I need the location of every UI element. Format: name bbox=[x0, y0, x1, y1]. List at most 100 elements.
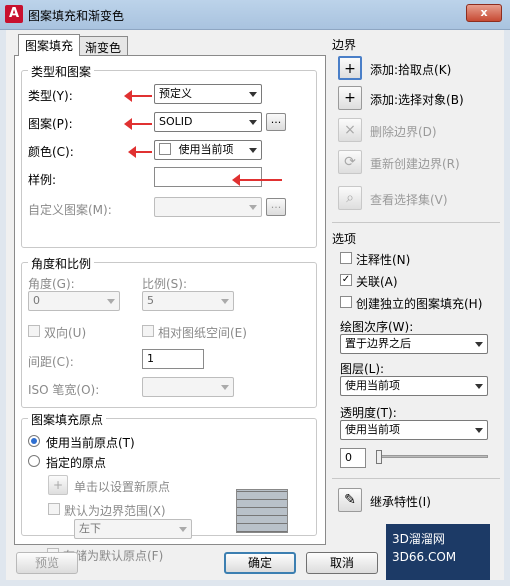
chevron-down-icon bbox=[475, 342, 483, 347]
annotation-arrow bbox=[124, 118, 152, 130]
annotative-label: 注释性(N) bbox=[356, 253, 411, 267]
recreate-boundary-label[interactable]: 重新创建边界(R) bbox=[370, 155, 460, 172]
associative-checkbox[interactable]: ✓ bbox=[340, 274, 352, 286]
relative-paper-checkbox[interactable] bbox=[142, 325, 154, 337]
transparency-slider-thumb[interactable] bbox=[376, 450, 382, 464]
spacing-label: 间距(C): bbox=[28, 355, 74, 369]
separator bbox=[332, 222, 500, 223]
color-select[interactable]: 使用当前项 bbox=[154, 140, 262, 160]
add-select-objects-icon[interactable]: + bbox=[338, 86, 362, 110]
draw-order-select[interactable]: 置于边界之后 bbox=[340, 334, 488, 354]
autocad-logo-icon: A bbox=[5, 5, 23, 23]
remove-boundaries-label[interactable]: 删除边界(D) bbox=[370, 123, 437, 140]
default-extents-select[interactable]: 左下 bbox=[74, 519, 192, 539]
scale-label: 比例(S): bbox=[142, 277, 188, 291]
specified-origin-label: 指定的原点 bbox=[46, 456, 107, 470]
layer-label: 图层(L): bbox=[340, 362, 385, 376]
color-swatch-icon bbox=[159, 143, 171, 155]
right-panel: 边界 + 添加:拾取点(K) + 添加:选择对象(B) × 删除边界(D) ⟳ … bbox=[332, 30, 502, 550]
angle-scale-title: 角度和比例 bbox=[28, 255, 95, 272]
hatch-origin-title: 图案填充原点 bbox=[28, 411, 107, 428]
type-select[interactable]: 预定义 bbox=[154, 84, 262, 104]
click-set-origin-label: 单击以设置新原点 bbox=[74, 480, 171, 494]
angle-value: 0 bbox=[33, 294, 40, 307]
double-checkbox[interactable] bbox=[28, 325, 40, 337]
scale-value: 5 bbox=[147, 294, 154, 307]
watermark-logo: 3D溜溜网 3D66.COM bbox=[386, 524, 490, 580]
transparency-select[interactable]: 使用当前项 bbox=[340, 420, 488, 440]
tab-hatch[interactable]: 图案填充 bbox=[18, 34, 81, 56]
type-pattern-title: 类型和图案 bbox=[28, 63, 95, 80]
separator bbox=[332, 478, 500, 479]
layer-select[interactable]: 使用当前项 bbox=[340, 376, 488, 396]
chevron-down-icon bbox=[107, 299, 115, 304]
ok-button[interactable]: 确定 bbox=[224, 552, 296, 574]
custom-pattern-browse-button[interactable]: ... bbox=[266, 198, 286, 216]
color-value: 使用当前项 bbox=[178, 143, 234, 156]
annotation-arrow bbox=[124, 90, 152, 102]
angle-select[interactable]: 0 bbox=[28, 291, 120, 311]
inherit-properties-label[interactable]: 继承特性(I) bbox=[370, 493, 431, 510]
custom-pattern-label: 自定义图案(M): bbox=[28, 203, 112, 217]
add-select-objects-label[interactable]: 添加:选择对象(B) bbox=[370, 91, 464, 108]
options-title: 选项 bbox=[332, 232, 357, 246]
chevron-down-icon bbox=[221, 299, 229, 304]
chevron-down-icon bbox=[249, 148, 257, 153]
swatch-label: 样例: bbox=[28, 173, 57, 187]
pattern-select[interactable]: SOLID bbox=[154, 112, 262, 132]
specified-origin-radio[interactable] bbox=[28, 455, 40, 467]
pattern-label: 图案(P): bbox=[28, 117, 73, 131]
view-selections-icon[interactable]: ⌕ bbox=[338, 186, 362, 210]
chevron-down-icon bbox=[179, 527, 187, 532]
iso-pen-width-select[interactable] bbox=[142, 377, 234, 397]
set-origin-icon[interactable]: + bbox=[48, 475, 68, 495]
cancel-button[interactable]: 取消 bbox=[306, 552, 378, 574]
watermark-line2: 3D66.COM bbox=[392, 550, 457, 564]
use-current-origin-label: 使用当前原点(T) bbox=[46, 436, 135, 450]
annotation-arrow bbox=[128, 146, 152, 158]
draw-order-value: 置于边界之后 bbox=[345, 337, 411, 350]
chevron-down-icon bbox=[249, 92, 257, 97]
type-pattern-group: 类型和图案 类型(Y): 预定义 图案(P): SOLID ... 颜色(C):… bbox=[21, 63, 317, 248]
double-label: 双向(U) bbox=[44, 326, 87, 340]
default-extents-label: 默认为边界范围(X) bbox=[64, 504, 166, 518]
annotation-arrow bbox=[232, 174, 282, 186]
brick-preview-icon bbox=[236, 489, 288, 533]
remove-boundaries-icon[interactable]: × bbox=[338, 118, 362, 142]
chevron-down-icon bbox=[475, 428, 483, 433]
preview-button[interactable]: 预览 bbox=[16, 552, 78, 574]
pattern-value: SOLID bbox=[159, 115, 193, 128]
default-extents-checkbox[interactable] bbox=[48, 503, 60, 515]
transparency-label: 透明度(T): bbox=[340, 406, 397, 420]
hatch-origin-group: 图案填充原点 使用当前原点(T) 指定的原点 + 单击以设置新原点 默认为边界范… bbox=[21, 411, 317, 539]
add-pick-points-label[interactable]: 添加:拾取点(K) bbox=[370, 61, 451, 78]
swatch-preview[interactable] bbox=[154, 167, 262, 187]
window-title: 图案填充和渐变色 bbox=[28, 9, 125, 23]
type-value: 预定义 bbox=[159, 87, 192, 100]
dialog-body: 图案填充 渐变色 类型和图案 类型(Y): 预定义 图案(P): SOLID .… bbox=[6, 30, 504, 580]
transparency-slider-track[interactable] bbox=[376, 455, 488, 458]
hatch-tab-panel: 类型和图案 类型(Y): 预定义 图案(P): SOLID ... 颜色(C):… bbox=[14, 55, 326, 563]
chevron-down-icon bbox=[249, 205, 257, 210]
use-current-origin-radio[interactable] bbox=[28, 435, 40, 447]
close-button[interactable]: x bbox=[466, 4, 502, 22]
associative-label: 关联(A) bbox=[356, 275, 398, 289]
scale-select[interactable]: 5 bbox=[142, 291, 234, 311]
tab-gradient[interactable]: 渐变色 bbox=[78, 36, 129, 56]
add-pick-points-icon[interactable]: + bbox=[338, 56, 362, 80]
view-selections-label[interactable]: 查看选择集(V) bbox=[370, 191, 448, 208]
color-label: 颜色(C): bbox=[28, 145, 74, 159]
separate-hatches-checkbox[interactable] bbox=[340, 296, 352, 308]
angle-label: 角度(G): bbox=[28, 277, 75, 291]
spacing-input[interactable]: 1 bbox=[142, 349, 204, 369]
inherit-properties-icon[interactable]: ✎ bbox=[338, 488, 362, 512]
pattern-browse-button[interactable]: ... bbox=[266, 113, 286, 131]
draw-order-label: 绘图次序(W): bbox=[340, 320, 414, 334]
separate-hatches-label: 创建独立的图案填充(H) bbox=[356, 297, 483, 311]
custom-pattern-select[interactable] bbox=[154, 197, 262, 217]
transparency-input[interactable]: 0 bbox=[340, 448, 366, 468]
recreate-boundary-icon[interactable]: ⟳ bbox=[338, 150, 362, 174]
chevron-down-icon bbox=[221, 385, 229, 390]
annotative-checkbox[interactable] bbox=[340, 252, 352, 264]
store-default-origin-label: 存储为默认原点(F) bbox=[63, 549, 164, 563]
